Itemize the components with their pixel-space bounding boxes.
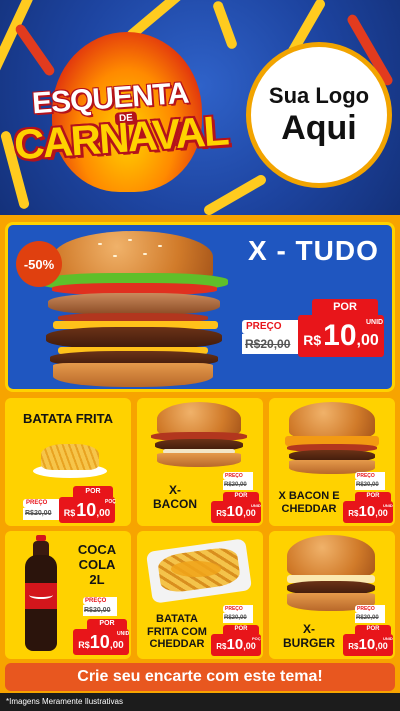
x-bacon-burger-image [149,402,249,472]
product-name: BATATA FRITA COM CHEDDAR [147,613,207,651]
product-card-x-bacon-cheddar[interactable]: X BACON E CHEDDAR PREÇO R$20,00 POR R$ 1… [269,398,395,526]
price-tag: PREÇO R$20,00 POR R$ 10 ,00 UNID [341,601,393,657]
price-old: R$20,00 [23,508,61,520]
price-por-label: POR [73,486,113,497]
product-card-coca-cola[interactable]: COCA COLA 2L PREÇO R$20,00 POR R$ 10 ,00… [5,531,131,659]
price-currency: R$ [348,509,359,518]
product-name: BATATA FRITA [22,411,113,426]
price-integer: 10 [358,636,376,653]
price-old: R$20,00 [223,480,253,490]
price-unit: UNID [251,503,261,508]
price-preco-label: PREÇO [355,605,385,613]
cheddar-fries-image [145,537,253,604]
fries-image [33,438,107,478]
price-por-label: POR [87,619,127,629]
price-tag: PREÇO R$20,00 POR R$ 10 ,00 POÇ [209,601,261,657]
price-currency: R$ [303,332,322,348]
price-integer: 10 [76,500,97,520]
price-integer: 10 [358,503,376,520]
price-old: R$20,00 [83,605,117,616]
price-integer: 10 [226,503,244,520]
price-decimal: ,00 [356,332,379,349]
price-currency: R$ [348,642,359,651]
price-tag: PREÇO R$20,00 POR R$ 10 ,00 UNID [71,593,129,657]
price-old: R$20,00 [355,480,385,490]
price-decimal: ,00 [243,508,256,518]
price-integer: 10 [226,636,244,653]
price-old: R$20,00 [242,334,300,354]
product-card-x-bacon[interactable]: X- BACON PREÇO R$20,00 POR R$ 10 ,00 UNI… [137,398,263,526]
price-unit: POÇ [252,636,261,641]
price-preco-label: PREÇO [355,472,385,480]
price-unit: POÇ [105,499,116,505]
price-currency: R$ [216,642,227,651]
product-name: COCA COLA 2L [77,542,117,587]
discount-badge: -50% [16,241,62,287]
price-decimal: ,00 [375,508,388,518]
price-preco-label: PREÇO [223,472,253,480]
product-name: X BACON E CHEDDAR [278,490,340,515]
price-currency: R$ [78,640,90,650]
price-por-label: POR [355,492,391,501]
price-por-label: POR [355,625,391,634]
logo-text-line1: Sua Logo [268,83,370,108]
price-por-label: POR [312,299,378,315]
price-unit: UNID [366,319,384,326]
product-name: X- BURGER [282,622,335,650]
product-name: X- BACON [153,483,197,511]
price-preco-label: PREÇO [83,597,117,605]
logo-placeholder[interactable]: Sua Logo Aqui [246,42,392,188]
featured-product-name: X - TUDO [248,235,379,266]
price-currency: R$ [216,509,227,518]
featured-price-tag: POR PREÇO R$20,00 R$ 10 ,00 UNID [238,299,388,361]
price-tag: POR PREÇO R$20,00 R$ 10 ,00 POÇ [23,486,129,524]
price-tag: PREÇO R$20,00 POR R$ 10 ,00 UNID [341,468,393,524]
create-flyer-button[interactable]: Crie seu encarte com este tema! [5,663,395,691]
logo-text-line2: Aqui [281,109,357,147]
price-decimal: ,00 [375,641,388,651]
price-por-label: POR [223,492,259,501]
price-unit: UNID [383,636,393,641]
product-card-batata-cheddar[interactable]: BATATA FRITA COM CHEDDAR PREÇO R$20,00 P… [137,531,263,659]
header-banner: ESQUENTA DE CARNAVAL Sua Logo Aqui [0,0,400,215]
price-unit: UNID [383,503,393,508]
price-integer: 10 [323,319,357,352]
price-tag: PREÇO R$20,00 POR R$ 10 ,00 UNID [209,468,261,524]
price-preco-label: PREÇO [223,605,253,613]
featured-product-card[interactable]: -50% X - TUDO POR PREÇO R$20,00 R$ 10 ,0… [5,222,395,392]
price-decimal: ,00 [243,641,256,651]
price-old: R$20,00 [223,613,253,623]
price-decimal: ,00 [109,640,124,651]
disclaimer-footer: *Imagens Meramente Ilustrativas [0,693,400,711]
price-unit: UNID [117,631,130,637]
price-currency: R$ [63,508,76,518]
price-integer: 10 [89,632,110,652]
product-card-batata-frita[interactable]: BATATA FRITA POR PREÇO R$20,00 R$ 10 ,00… [5,398,131,526]
coca-cola-bottle-image [21,535,61,655]
event-title: ESQUENTA DE CARNAVAL [12,32,237,192]
streamer-decoration [211,0,239,51]
x-bacon-cheddar-burger-image [279,402,385,474]
price-preco-label: PREÇO [242,320,300,334]
product-card-x-burger[interactable]: X- BURGER PREÇO R$20,00 POR R$ 10 ,00 UN… [269,531,395,659]
price-old: R$20,00 [355,613,385,623]
price-decimal: ,00 [96,508,111,519]
price-preco-label: PREÇO [23,499,61,508]
price-por-label: POR [223,625,259,634]
x-tudo-burger-image [38,231,228,389]
